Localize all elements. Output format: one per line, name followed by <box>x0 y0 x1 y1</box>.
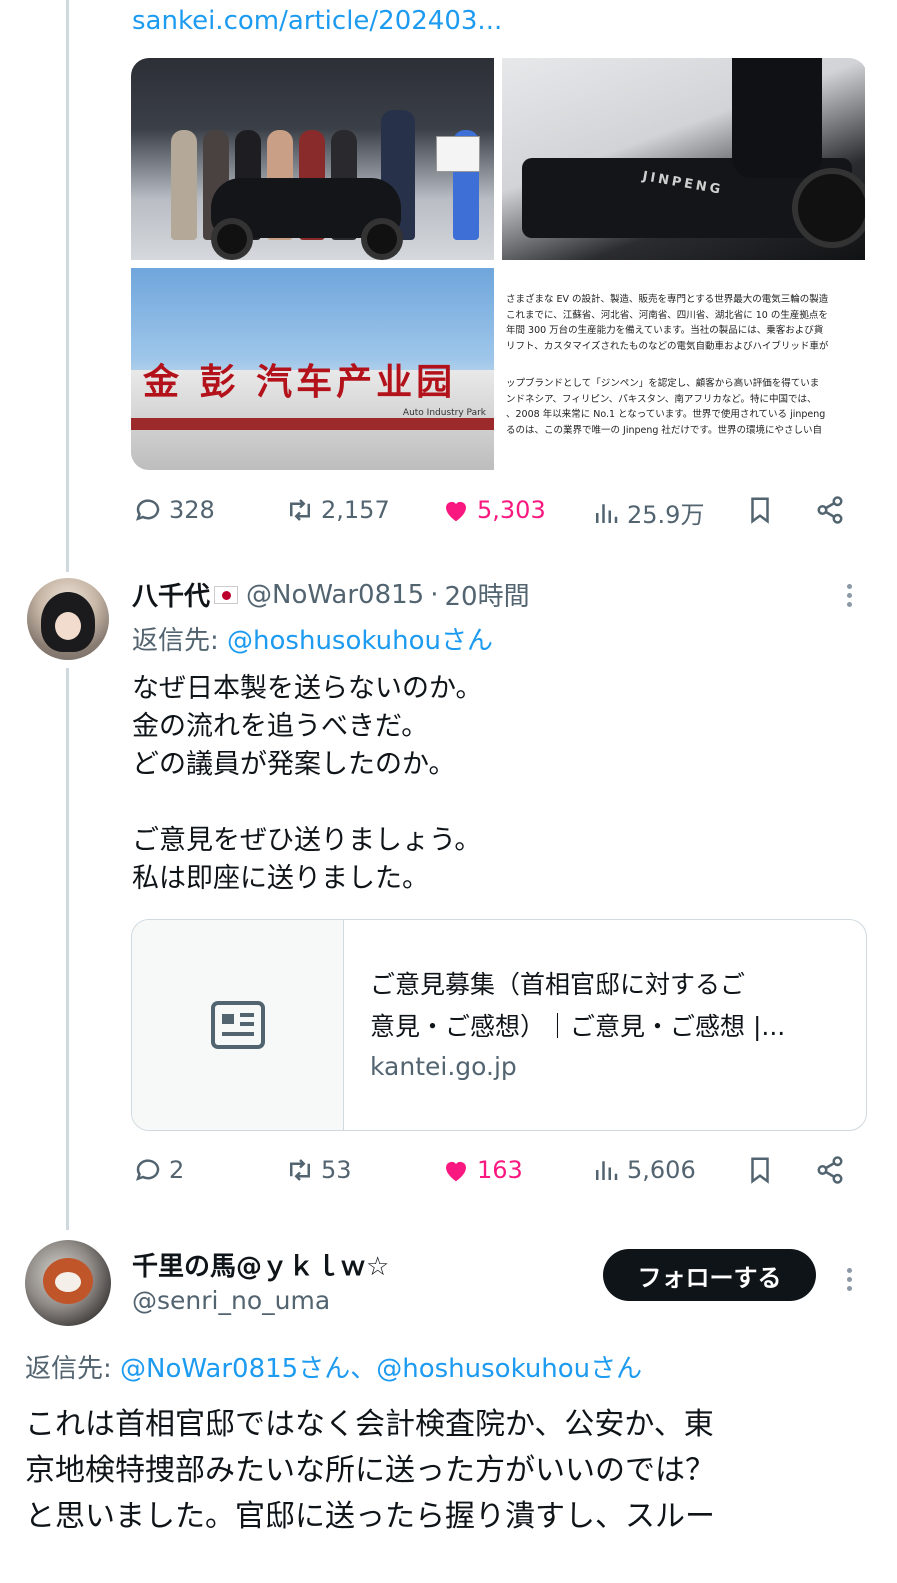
share-icon <box>817 1156 843 1184</box>
tweet2-body: なぜ日本製を送らないのか。 金の流れを追うべきだ。 どの議員が発案したのか。 ご… <box>132 673 483 894</box>
media-text-image[interactable]: さまざまな EV の設計、製造、販売を専門とする世界最大の電気三輪の製造 これま… <box>502 268 865 470</box>
display-name[interactable]: 八千代 <box>132 576 210 613</box>
like-icon <box>446 1161 466 1182</box>
views-button[interactable]: 5,606 <box>591 1155 696 1185</box>
handle[interactable]: @senri_no_uma <box>132 1286 330 1315</box>
media-grid[interactable]: JINPENG 金 彭 汽车产业园 Auto Industry Park さまざ… <box>131 58 867 470</box>
tweet3-body: これは首相官邸ではなく会計検査院か、公安か、東 京地検特捜部みたいな所に送った方… <box>25 1407 715 1534</box>
views-count: 25.9万 <box>627 501 705 529</box>
share-icon <box>817 496 843 524</box>
reply-to-line: 返信先: @NoWar0815さん、@hoshusokuhouさん <box>25 1348 642 1385</box>
reply-count: 2 <box>169 1156 185 1184</box>
like-button[interactable]: 5,303 <box>441 495 546 525</box>
views-count: 5,606 <box>627 1156 696 1184</box>
display-name[interactable]: 千里の馬@ｙｋｌｗ☆ <box>132 1246 389 1283</box>
more-icon[interactable] <box>844 580 854 611</box>
bookmark-button[interactable] <box>745 495 775 525</box>
media-photo-scooter-detail[interactable]: JINPENG <box>502 58 865 260</box>
media-text-lines: さまざまな EV の設計、製造、販売を専門とする世界最大の電気三輪の製造 これま… <box>506 294 829 436</box>
bookmark-icon <box>751 1157 769 1184</box>
reply-target-link[interactable]: @hoshusokuhouさん <box>227 626 493 656</box>
thread-line-top <box>66 0 69 572</box>
media-photo-group[interactable] <box>131 58 494 260</box>
share-button[interactable] <box>815 1155 845 1185</box>
retweet-count: 53 <box>321 1156 352 1184</box>
views-icon <box>596 503 618 523</box>
retweet-button[interactable]: 53 <box>285 1155 352 1185</box>
avatar-yachiyo[interactable] <box>27 578 109 660</box>
reply-icon <box>136 499 160 521</box>
card-title-line1: ご意見募集（首相官邸に対するご <box>370 970 746 999</box>
reply-target-link[interactable]: @NoWar0815さん、@hoshusokuhouさん <box>120 1354 642 1384</box>
factory-sign: 金 彭 汽车产业园 <box>143 361 457 403</box>
flag-jp-icon <box>214 585 239 604</box>
card-title-line2: 意見・ご感想）｜ご意見・ご感想 |... <box>370 1012 786 1041</box>
tweet1-actions: 328 2,157 5,303 25.9万 <box>0 495 897 535</box>
follow-button[interactable]: フォローする <box>603 1249 816 1301</box>
retweet-button[interactable]: 2,157 <box>285 495 390 525</box>
reply-label: 返信先: <box>25 1354 112 1384</box>
article-link[interactable]: sankei.com/article/202403... <box>132 6 502 36</box>
tweet2-actions: 2 53 163 5,606 <box>0 1155 897 1195</box>
reply-to-line: 返信先: @hoshusokuhouさん <box>132 620 493 657</box>
reply-button[interactable]: 328 <box>133 495 215 525</box>
like-count: 5,303 <box>477 496 546 524</box>
thread-line-middle <box>66 668 69 1230</box>
card-domain: kantei.go.jp <box>370 1052 517 1081</box>
card-text: ご意見募集（首相官邸に対するご 意見・ご感想）｜ご意見・ご感想 |... kan… <box>344 920 866 1130</box>
handle[interactable]: @NoWar0815 <box>246 580 424 610</box>
retweet-icon <box>290 499 310 521</box>
like-button[interactable]: 163 <box>441 1155 523 1185</box>
views-button[interactable]: 25.9万 <box>591 495 704 530</box>
link-card[interactable]: ご意見募集（首相官邸に対するご 意見・ご感想）｜ご意見・ご感想 |... kan… <box>131 919 867 1131</box>
card-thumbnail <box>132 920 344 1130</box>
reply-count: 328 <box>169 496 215 524</box>
reply-icon <box>136 1159 160 1181</box>
bookmark-icon <box>751 497 769 524</box>
separator: · <box>430 579 439 610</box>
retweet-icon <box>290 1159 310 1181</box>
bookmark-button[interactable] <box>745 1155 775 1185</box>
views-icon <box>596 1161 618 1180</box>
factory-sign-sub: Auto Industry Park <box>402 408 486 418</box>
tweet2-header: 八千代 @NoWar0815 · 20時間 <box>132 576 530 613</box>
article-icon <box>210 1001 265 1049</box>
reply-label: 返信先: <box>132 626 219 656</box>
share-button[interactable] <box>815 495 845 525</box>
more-icon[interactable] <box>844 1264 854 1295</box>
avatar-senri[interactable] <box>25 1240 111 1326</box>
retweet-count: 2,157 <box>321 496 390 524</box>
media-photo-factory[interactable]: 金 彭 汽车产业园 Auto Industry Park <box>131 268 494 470</box>
timestamp[interactable]: 20時間 <box>444 576 529 613</box>
like-count: 163 <box>477 1156 523 1184</box>
like-icon <box>446 501 466 522</box>
reply-button[interactable]: 2 <box>133 1155 184 1185</box>
